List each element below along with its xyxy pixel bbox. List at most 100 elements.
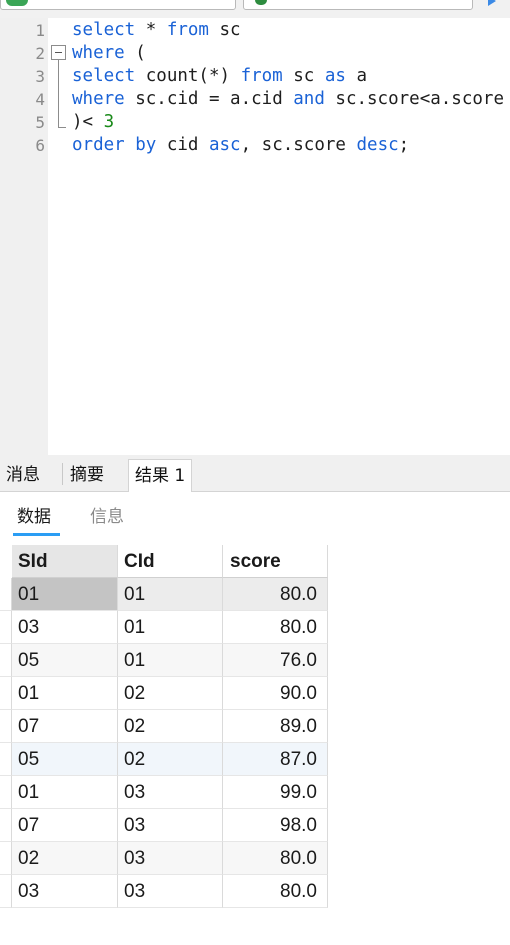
sql-text: a [345,66,368,86]
line-number: 6 [35,136,45,155]
cell-sid[interactable]: 01 [12,677,118,710]
fold-end-marker [58,127,66,128]
tab-summary[interactable]: 摘要 [64,459,110,492]
code-line[interactable]: 5)< 3 [0,111,510,134]
table-row[interactable]: 01 01 80.0 [0,578,328,611]
code-line[interactable]: 3 select count(*) from sc as a [0,65,510,88]
result-tabs-bar: 消息 摘要 结果 1 [0,455,510,493]
result-subtabs: 数据 信息 [0,492,510,544]
tab-messages[interactable]: 消息 [0,459,46,492]
cell-cid[interactable]: 02 [118,710,223,743]
sql-text: ( [124,43,146,63]
sql-text: )< [72,112,104,132]
sql-editor[interactable]: 1 select * from sc 2 where (3 select count(*… [0,18,510,455]
sql-text: sc.score<a.score [324,89,504,109]
table-row[interactable]: 01 02 90.0 [0,677,328,710]
fold-guide-line [58,60,59,127]
sql-keyword: where [72,89,125,109]
cell-score[interactable]: 80.0 [223,875,328,908]
sql-text: * [135,20,167,40]
cell-score[interactable]: 99.0 [223,776,328,809]
sql-keyword: and [293,89,325,109]
table-row[interactable]: 03 03 80.0 [0,875,328,908]
tab-result-1[interactable]: 结果 1 [128,459,193,493]
cell-sid[interactable]: 07 [12,809,118,842]
cell-score[interactable]: 90.0 [223,677,328,710]
cell-cid[interactable]: 03 [118,809,223,842]
fold-collapse-icon[interactable] [51,45,66,60]
cell-cid[interactable]: 02 [118,743,223,776]
table-row[interactable]: 07 03 98.0 [0,809,328,842]
code-text: select count(*) from sc as a [72,65,367,88]
sql-text: sc [282,66,325,86]
code-text: )< 3 [72,111,114,134]
cell-sid[interactable]: 01 [12,578,118,611]
table-row[interactable]: 05 02 87.0 [0,743,328,776]
table-row[interactable]: 07 02 89.0 [0,710,328,743]
sql-keyword: order by [72,135,157,155]
sql-text: sc [208,20,241,40]
sql-keyword: select [72,66,136,86]
subtab-info[interactable]: 信息 [90,505,124,529]
cell-sid[interactable]: 05 [12,644,118,677]
table-row[interactable]: 01 03 99.0 [0,776,328,809]
cell-cid[interactable]: 03 [118,875,223,908]
connection-icon [6,0,28,6]
sql-keyword: from [166,20,209,40]
code-line[interactable]: 1 select * from sc [0,19,510,42]
code-line[interactable]: 6 order by cid asc, sc.score desc; [0,134,510,157]
code-text: select * from sc [72,19,241,42]
sql-text: ; [398,135,410,155]
line-number: 1 [35,21,45,40]
connection-select[interactable] [0,0,236,10]
sql-keyword: from [240,66,283,86]
column-header-cid[interactable]: CId [118,545,223,578]
sql-text: , sc.score [240,135,357,155]
cell-score[interactable]: 80.0 [223,578,328,611]
sql-keyword: desc [356,135,399,155]
cell-score[interactable]: 98.0 [223,809,328,842]
cell-cid[interactable]: 03 [118,776,223,809]
table-header-row: SId CId score [0,545,328,578]
sql-keyword: as [324,66,346,86]
cell-sid[interactable]: 01 [12,776,118,809]
sql-keyword: where [72,43,125,63]
cell-sid[interactable]: 05 [12,743,118,776]
line-number: 4 [35,90,45,109]
table-row[interactable]: 03 01 80.0 [0,611,328,644]
sql-text: sc.cid = a.cid [124,89,294,109]
code-text: where ( [72,42,146,65]
cell-score[interactable]: 87.0 [223,743,328,776]
column-header-sid[interactable]: SId [12,545,118,578]
code-line[interactable]: 2 where ( [0,42,510,65]
cell-score[interactable]: 89.0 [223,710,328,743]
cell-sid[interactable]: 03 [12,875,118,908]
code-text: order by cid asc, sc.score desc; [72,134,409,157]
subtab-data[interactable]: 数据 [17,505,51,529]
sql-text: count(*) [135,66,241,86]
cell-score[interactable]: 80.0 [223,842,328,875]
table-row[interactable]: 05 01 76.0 [0,644,328,677]
line-number: 3 [35,67,45,86]
active-subtab-indicator [13,533,60,536]
code-line[interactable]: 4 where sc.cid = a.cid and sc.score<a.sco… [0,88,510,111]
run-icon[interactable] [488,0,496,6]
cell-cid[interactable]: 01 [118,578,223,611]
column-header-score[interactable]: score [223,545,328,578]
toolbar [0,0,510,18]
line-number: 2 [35,44,45,63]
code-text: where sc.cid = a.cid and sc.score<a.scor… [72,88,504,111]
cell-score[interactable]: 80.0 [223,611,328,644]
database-select[interactable] [243,0,473,10]
cell-sid[interactable]: 03 [12,611,118,644]
cell-cid[interactable]: 02 [118,677,223,710]
sql-number: 3 [103,112,115,132]
table-row[interactable]: 02 03 80.0 [0,842,328,875]
cell-score[interactable]: 76.0 [223,644,328,677]
cell-cid[interactable]: 01 [118,644,223,677]
cell-sid[interactable]: 07 [12,710,118,743]
cell-cid[interactable]: 01 [118,611,223,644]
cell-sid[interactable]: 02 [12,842,118,875]
cell-cid[interactable]: 03 [118,842,223,875]
sql-text: cid [156,135,209,155]
